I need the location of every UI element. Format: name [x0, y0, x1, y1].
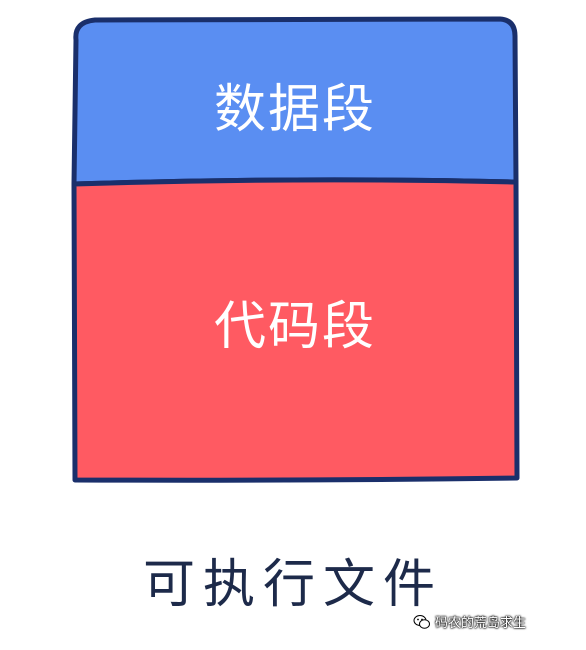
watermark: 码农的荒岛求生	[413, 612, 526, 631]
wechat-icon	[413, 614, 430, 629]
data-segment-label: 数据段	[213, 80, 376, 140]
code-segment-label: 代码段	[213, 297, 376, 357]
watermark-text: 码农的荒岛求生	[434, 616, 526, 631]
executable-file-caption: 可执行文件	[142, 555, 443, 615]
